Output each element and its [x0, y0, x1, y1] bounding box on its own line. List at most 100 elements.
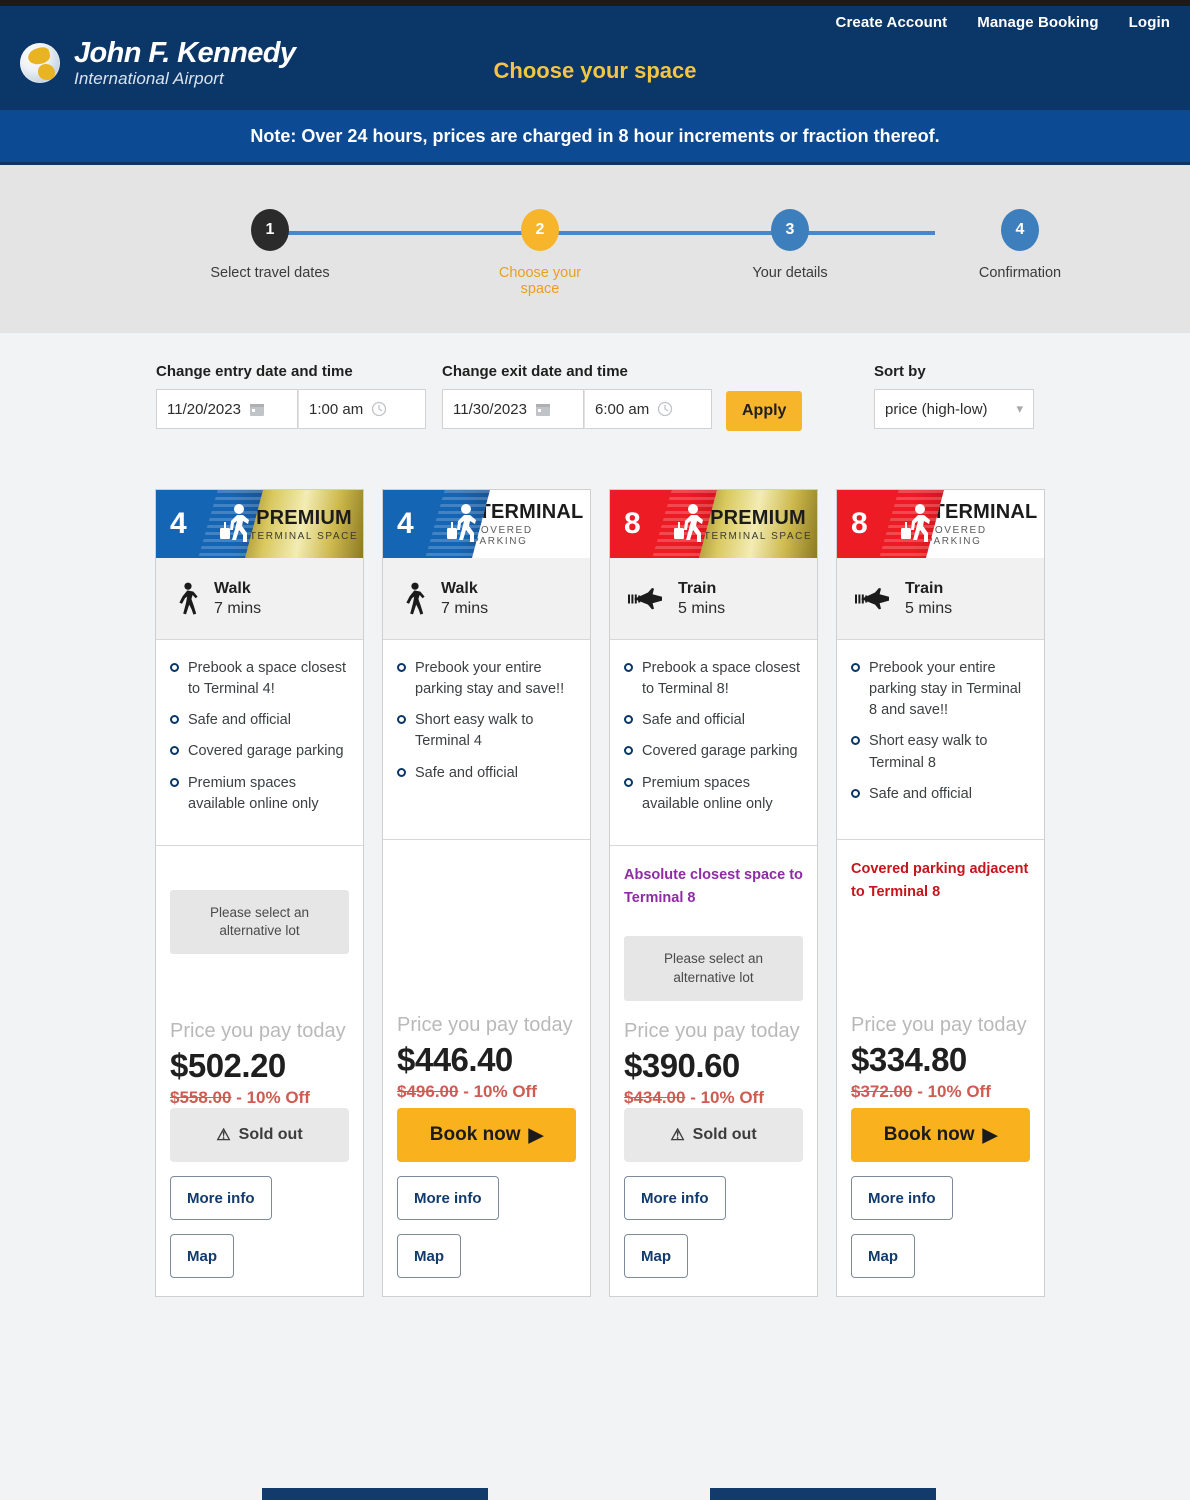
stepper-bubble-2: 2: [521, 209, 559, 251]
banner-right-block: TERMINAL COVERED PARKING: [472, 490, 590, 558]
price-block: Price you pay today $502.20 $558.00 - 10% …: [156, 1014, 363, 1108]
entry-date-input[interactable]: 11/20/2023: [156, 389, 298, 429]
sold-out-button: ⚠ Sold out: [170, 1108, 349, 1163]
parking-option-card[interactable]: 8 TERMINAL COVERED PARKING Train 5 mins Prebo…: [836, 489, 1045, 1298]
feature-text: Safe and official: [869, 785, 972, 802]
book-now-label: Book now: [429, 1124, 521, 1146]
map-button[interactable]: Map: [397, 1234, 461, 1279]
banner-right-block: PREMIUM TERMINAL SPACE: [245, 490, 363, 558]
terminal-number: 4: [170, 507, 187, 540]
bullet-circle-icon: [624, 777, 633, 787]
feature-item: Safe and official: [851, 784, 1030, 805]
banner-title: PREMIUM: [710, 506, 806, 529]
chevron-down-icon: ▾: [1016, 401, 1023, 416]
stepper-step-2[interactable]: 2 Choose your space: [480, 209, 600, 297]
bullet-circle-icon: [170, 663, 179, 672]
nav-create-account[interactable]: Create Account: [836, 14, 948, 31]
stepper-step-1[interactable]: 1 Select travel dates: [210, 209, 330, 281]
exit-time-input[interactable]: 6:00 am: [584, 389, 712, 429]
current-price: $446.40: [397, 1041, 513, 1079]
transit-mode: Train: [678, 579, 717, 597]
banner-right-block: PREMIUM TERMINAL SPACE: [699, 490, 817, 558]
stepper-bubble-3: 3: [771, 209, 809, 251]
sold-out-button: ⚠ Sold out: [624, 1108, 803, 1163]
feature-item: Prebook your entire parking stay in Term…: [851, 658, 1030, 721]
stepper-step-3[interactable]: 3 Your details: [730, 209, 850, 281]
discount-text: - 10% Off: [690, 1088, 764, 1108]
transit-mode: Walk: [214, 579, 251, 597]
bullet-circle-icon: [170, 777, 179, 787]
walk-icon: [406, 582, 425, 615]
entry-time-value: 1:00 am: [309, 400, 364, 418]
card-actions: Book now ▶ More info Map: [837, 1108, 1044, 1296]
apply-button[interactable]: Apply: [726, 391, 803, 431]
walk-icon: [179, 582, 198, 615]
bullet-circle-icon: [170, 746, 179, 756]
discount-text: - 10% Off: [917, 1082, 991, 1102]
feature-list: Prebook a space closest to Terminal 4! Sa…: [156, 640, 363, 846]
sort-select[interactable]: price (high-low) ▾: [874, 389, 1034, 429]
book-now-button[interactable]: Book now ▶: [851, 1108, 1030, 1163]
bullet-circle-icon: [624, 746, 633, 756]
feature-text: Prebook your entire parking stay in Term…: [869, 660, 1022, 719]
bottom-bars: [0, 1488, 1190, 1500]
original-price-row: $372.00 - 10% Off: [851, 1081, 1030, 1102]
transit-info: Train 5 mins: [837, 558, 1044, 640]
calendar-icon: [535, 404, 550, 416]
book-now-button[interactable]: Book now ▶: [397, 1108, 576, 1163]
card-banner: 4 TERMINAL COVERED PARKING: [383, 490, 590, 558]
train-plane-icon: [628, 587, 662, 609]
nav-manage-booking[interactable]: Manage Booking: [977, 14, 1098, 31]
feature-list: Prebook a space closest to Terminal 8! Sa…: [610, 640, 817, 846]
feature-item: Prebook your entire parking stay and sav…: [397, 658, 576, 700]
sort-label: Sort by: [874, 363, 926, 380]
progress-stepper: 1 Select travel dates 2 Choose your spac…: [0, 165, 1190, 333]
banner-subtitle: COVERED PARKING: [926, 525, 987, 547]
exit-date-input[interactable]: 11/30/2023: [442, 389, 584, 429]
banner-subtitle: TERMINAL SPACE: [703, 530, 813, 542]
map-button[interactable]: Map: [624, 1234, 688, 1279]
feature-text: Prebook your entire parking stay and sav…: [415, 660, 565, 698]
more-info-button[interactable]: More info: [170, 1176, 272, 1221]
current-price: $502.20: [170, 1047, 286, 1085]
traveller-icon: [220, 504, 249, 542]
traveller-icon: [674, 504, 703, 542]
more-info-button[interactable]: More info: [624, 1176, 726, 1221]
card-mid-section: Covered parking adjacent to Terminal 8: [837, 840, 1044, 1008]
bullet-circle-icon: [851, 663, 860, 672]
banner-subtitle: TERMINAL SPACE: [249, 530, 359, 542]
map-button[interactable]: Map: [851, 1234, 915, 1279]
feature-text: Short easy walk to Terminal 8: [869, 733, 988, 771]
more-info-button[interactable]: More info: [397, 1176, 499, 1221]
bullet-circle-icon: [397, 767, 406, 777]
stepper-label-2: Choose your space: [498, 265, 582, 297]
entry-time-input[interactable]: 1:00 am: [298, 389, 426, 429]
stepper-step-4[interactable]: 4 Confirmation: [960, 209, 1080, 281]
sold-out-label: Sold out: [238, 1126, 303, 1144]
bullet-circle-icon: [624, 715, 633, 725]
parking-option-card[interactable]: 4 PREMIUM TERMINAL SPACE Walk 7 mins Prebook …: [155, 489, 364, 1298]
original-price: $434.00: [624, 1088, 686, 1108]
entry-datetime-group: Change entry date and time 11/20/2023 1:…: [156, 363, 426, 429]
site-header: Create Account Manage Booking Login John…: [0, 6, 1190, 110]
map-button[interactable]: Map: [170, 1234, 234, 1279]
parking-option-card[interactable]: 4 TERMINAL COVERED PARKING Walk 7 mins Preboo…: [382, 489, 591, 1298]
transit-duration: 5 mins: [905, 599, 953, 617]
card-actions: ⚠ Sold out More info Map: [156, 1108, 363, 1296]
alert-circle-icon: ⚠: [216, 1127, 231, 1145]
calendar-icon: [249, 404, 264, 416]
feature-text: Safe and official: [642, 712, 745, 729]
stepper-bubble-1: 1: [251, 209, 289, 251]
price-label: Price you pay today: [624, 1019, 800, 1042]
more-info-button[interactable]: More info: [851, 1176, 953, 1221]
nav-login[interactable]: Login: [1129, 14, 1170, 31]
card-banner: 8 TERMINAL COVERED PARKING: [837, 490, 1044, 558]
feature-text: Premium spaces available online only: [642, 774, 773, 812]
bottom-bar-left: [262, 1488, 488, 1500]
current-price: $390.60: [624, 1047, 740, 1085]
promo-highlight: Absolute closest space to Terminal 8: [624, 866, 803, 907]
parking-option-card[interactable]: 8 PREMIUM TERMINAL SPACE Train 5 mins Prebook…: [609, 489, 818, 1298]
utility-nav: Create Account Manage Booking Login: [836, 14, 1170, 31]
entry-label: Change entry date and time: [156, 363, 353, 380]
exit-date-value: 11/30/2023: [453, 400, 527, 418]
